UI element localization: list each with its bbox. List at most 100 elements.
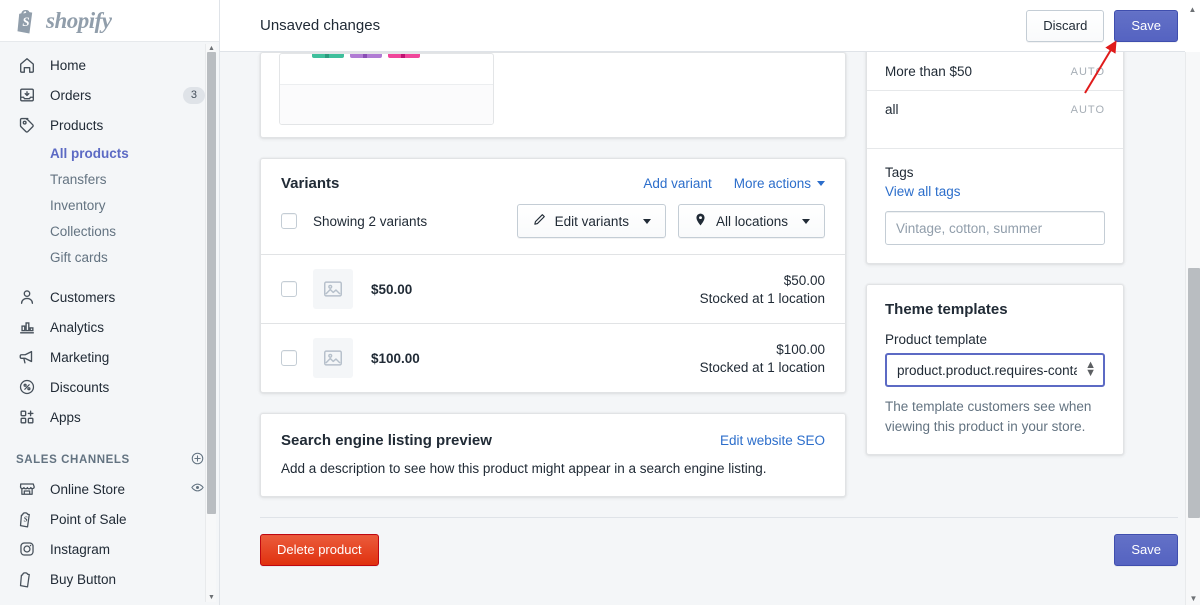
tags-section: Tags View all tags (867, 149, 1123, 263)
variant-row[interactable]: $50.00 $50.00 Stocked at 1 location (261, 255, 845, 324)
scroll-down-arrow-icon[interactable]: ▼ (1189, 595, 1198, 603)
media-card-clipped: ♥ (260, 52, 846, 138)
analytics-bars-icon (16, 317, 38, 337)
sidebar-subitem-gift-cards[interactable]: Gift cards (0, 244, 219, 270)
sidebar-subitem-label: Transfers (50, 171, 107, 187)
collection-row[interactable]: More than $50 AUTO (867, 53, 1123, 90)
sidebar-subitem-transfers[interactable]: Transfers (0, 166, 219, 192)
variant-amount: $50.00 (783, 272, 825, 288)
product-image-thumbnail[interactable]: ♥ (279, 53, 494, 125)
sidebar-item-point-of-sale[interactable]: S Point of Sale (0, 504, 219, 534)
scroll-up-arrow-icon[interactable]: ▲ (208, 45, 215, 52)
sidebar-item-buy-button[interactable]: Buy Button (0, 564, 219, 594)
page-content: ♥ Variants Add variant More action (220, 52, 1200, 605)
variants-card-header: Variants Add variant More actions (261, 159, 845, 204)
save-button[interactable]: Save (1114, 9, 1178, 42)
apps-grid-plus-icon (16, 407, 38, 427)
variant-meta: $100.00 Stocked at 1 location (700, 342, 825, 375)
edit-website-seo-link[interactable]: Edit website SEO (720, 433, 825, 448)
more-actions-link[interactable]: More actions (734, 176, 825, 191)
footer-save-button[interactable]: Save (1114, 534, 1178, 566)
theme-templates-title: Theme templates (885, 301, 1008, 318)
sidebar-item-label: Online Store (50, 481, 126, 497)
variant-amount: $100.00 (776, 341, 825, 357)
pos-icon: S (16, 509, 38, 529)
add-variant-link[interactable]: Add variant (643, 176, 711, 191)
sidebar-item-discounts[interactable]: Discounts (0, 372, 219, 402)
theme-templates-section: Theme templates Product template product… (867, 285, 1123, 454)
sidebar-scrollbar[interactable]: ▲ ▼ (205, 44, 216, 602)
variant-row[interactable]: $100.00 $100.00 Stocked at 1 location (261, 324, 845, 392)
thumbnail-lower-area (280, 84, 493, 124)
variant-stock: Stocked at 1 location (699, 290, 825, 306)
variant-checkbox[interactable] (281, 350, 297, 366)
seo-card-header: Search engine listing preview Edit websi… (261, 414, 845, 461)
tags-label: Tags (885, 165, 914, 180)
sidebar-subitem-inventory[interactable]: Inventory (0, 192, 219, 218)
sidebar-item-analytics[interactable]: Analytics (0, 312, 219, 342)
variant-stock: Stocked at 1 location (699, 359, 825, 375)
home-icon (16, 55, 38, 75)
gift-box-purple-icon (350, 54, 382, 58)
sidebar-nav: Home Orders 3 Products All products Tran… (0, 42, 219, 594)
variant-price: $50.00 (371, 281, 413, 297)
variant-checkbox[interactable] (281, 281, 297, 297)
product-template-select[interactable]: product.product.requires-contact (885, 353, 1105, 387)
showing-variants-label: Showing 2 variants (313, 213, 428, 229)
sidebar-item-label: Products (50, 117, 104, 133)
sidebar-item-customers[interactable]: Customers (0, 282, 219, 312)
select-all-variants-checkbox[interactable] (281, 213, 297, 229)
sidebar-item-label: Discounts (50, 379, 110, 395)
sidebar-item-instagram[interactable]: Instagram (0, 534, 219, 564)
tags-input[interactable] (885, 211, 1105, 245)
variants-card: Variants Add variant More actions Showin… (260, 158, 846, 393)
edit-variants-label: Edit variants (554, 213, 629, 229)
sidebar-item-label: Analytics (50, 319, 105, 335)
sidebar-item-apps[interactable]: Apps (0, 402, 219, 432)
storefront-icon (16, 479, 38, 499)
scroll-down-arrow-icon[interactable]: ▼ (208, 594, 215, 601)
view-all-tags-link[interactable]: View all tags (885, 184, 1105, 199)
brand-name: shopify (46, 7, 112, 33)
orders-inbox-icon (16, 85, 38, 105)
more-actions-label: More actions (733, 176, 811, 191)
sidebar-subitem-label: Inventory (50, 197, 106, 213)
sidebar-subitem-all-products[interactable]: All products (0, 140, 219, 166)
eye-icon[interactable] (190, 480, 205, 498)
product-template-label: Product template (885, 332, 988, 347)
organization-card: More than $50 AUTO all AUTO Tags View al… (866, 52, 1124, 264)
collection-row[interactable]: all AUTO (867, 90, 1123, 128)
sidebar-item-marketing[interactable]: Marketing (0, 342, 219, 372)
sidebar-item-label: Instagram (50, 541, 111, 557)
all-locations-label: All locations (715, 213, 788, 229)
sidebar-item-home[interactable]: Home (0, 50, 219, 80)
main-scrollbar-thumb[interactable] (1188, 268, 1200, 518)
svg-text:S: S (24, 516, 28, 524)
discard-button[interactable]: Discard (1026, 9, 1105, 42)
sidebar-subitem-collections[interactable]: Collections (0, 218, 219, 244)
sidebar-item-online-store[interactable]: Online Store (0, 474, 219, 504)
sales-channels-heading: SALES CHANNELS (0, 446, 219, 474)
all-locations-button[interactable]: All locations (677, 204, 825, 238)
shopify-bag-icon: S (16, 8, 40, 34)
variant-image-placeholder (313, 338, 353, 378)
scroll-up-arrow-icon[interactable]: ▲ (1188, 6, 1197, 14)
sidebar-item-label: Buy Button (50, 571, 117, 587)
edit-variants-button[interactable]: Edit variants (516, 204, 666, 238)
delete-product-button[interactable]: Delete product (260, 534, 379, 566)
add-sales-channel-icon[interactable] (190, 451, 205, 469)
collection-auto-badge: AUTO (1070, 103, 1105, 116)
marketing-megaphone-icon (16, 347, 38, 367)
sidebar-item-orders[interactable]: Orders 3 (0, 80, 219, 110)
buy-button-icon (16, 569, 38, 589)
variants-title: Variants (281, 175, 340, 192)
theme-templates-card: Theme templates Product template product… (866, 284, 1124, 456)
sales-channels-heading-label: SALES CHANNELS (16, 454, 130, 466)
shopify-admin-window: S shopify Home Orders 3 Products All pro… (0, 0, 1200, 605)
sidebar-item-products[interactable]: Products (0, 110, 219, 140)
seo-title: Search engine listing preview (281, 432, 492, 449)
seo-preview-card: Search engine listing preview Edit websi… (260, 413, 846, 497)
brand-logo[interactable]: S shopify (0, 0, 219, 42)
main-scrollbar[interactable]: ▼ (1185, 52, 1200, 605)
sidebar-scrollbar-thumb[interactable] (207, 52, 216, 514)
